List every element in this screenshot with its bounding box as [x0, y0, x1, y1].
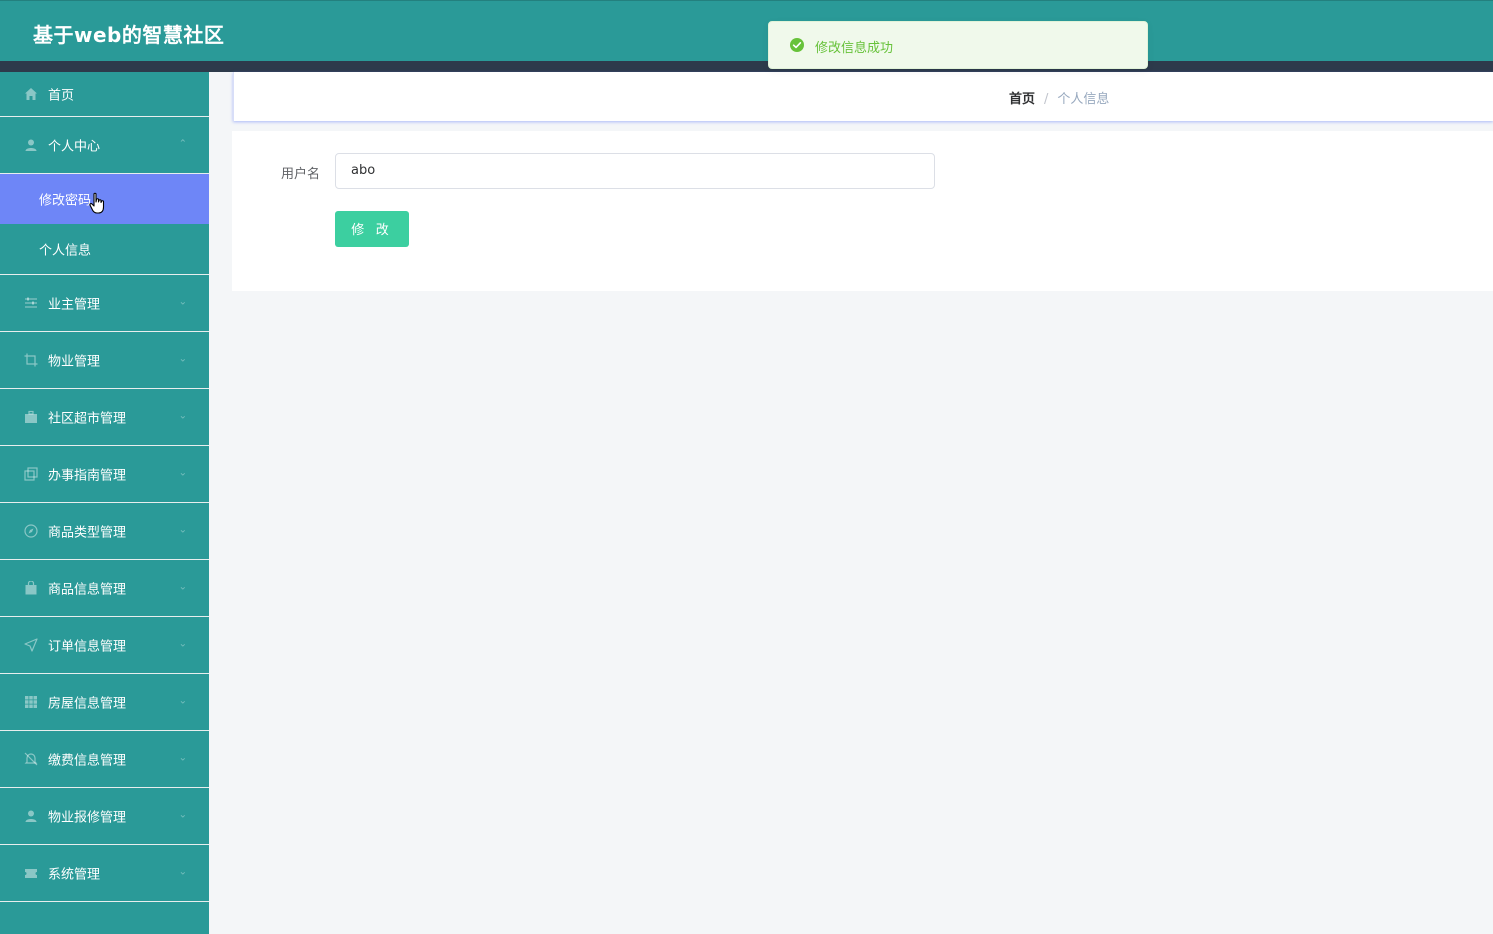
- chevron-down-icon: ⌄: [178, 752, 187, 764]
- chevron-down-icon: ⌄: [178, 353, 187, 365]
- chevron-down-icon: ⌄: [178, 809, 187, 821]
- profile-form-card: 用户名 abo 修 改: [232, 131, 1493, 291]
- sidebar-item-label: 商品类型管理: [48, 525, 127, 541]
- username-label: 用户名: [281, 167, 321, 182]
- breadcrumb-separator: /: [1044, 92, 1049, 107]
- breadcrumb: 首页 / 个人信息: [1009, 88, 1109, 107]
- success-toast: 修改信息成功: [768, 21, 1148, 69]
- sidebar-item-label: 订单信息管理: [48, 639, 127, 655]
- chevron-down-icon: ⌄: [178, 695, 187, 707]
- user-icon: [24, 138, 38, 152]
- app-title: 基于web的智慧社区: [33, 23, 225, 47]
- sidebar-item-home[interactable]: 首页: [0, 72, 209, 117]
- sidebar-item-personal-center[interactable]: 个人中心 ⌃: [0, 117, 209, 174]
- personal-center-submenu: 修改密码 个人信息: [0, 174, 209, 275]
- sidebar-item-order-info-management[interactable]: 订单信息管理 ⌄: [0, 617, 209, 674]
- chevron-down-icon: ⌄: [178, 296, 187, 308]
- sidebar-item-repair-management[interactable]: 物业报修管理 ⌄: [0, 788, 209, 845]
- hand-pointer-icon: [89, 192, 105, 214]
- chevron-down-icon: ⌄: [178, 524, 187, 536]
- sidebar-item-label: 房屋信息管理: [48, 696, 127, 712]
- sidebar-item-payment-info-management[interactable]: 缴费信息管理 ⌄: [0, 731, 209, 788]
- briefcase-icon: [24, 410, 38, 424]
- chevron-down-icon: ⌄: [178, 467, 187, 479]
- chevron-down-icon: ⌄: [178, 638, 187, 650]
- home-icon: [24, 87, 38, 101]
- username-input[interactable]: abo: [335, 153, 935, 189]
- chevron-down-icon: ⌄: [178, 866, 187, 878]
- breadcrumb-bar: 首页 / 个人信息: [233, 72, 1493, 121]
- sidebar-item-label: 个人中心: [48, 139, 101, 155]
- compass-icon: [24, 524, 38, 538]
- sidebar-item-label: 业主管理: [48, 297, 101, 313]
- chevron-down-icon: ⌄: [178, 581, 187, 593]
- success-check-icon: [790, 38, 804, 52]
- sliders-icon: [24, 296, 38, 310]
- submit-button[interactable]: 修 改: [335, 211, 409, 247]
- sidebar-item-product-type-management[interactable]: 商品类型管理 ⌄: [0, 503, 209, 560]
- toast-message: 修改信息成功: [815, 41, 894, 56]
- ticket-icon: [24, 866, 38, 880]
- breadcrumb-current: 个人信息: [1057, 92, 1110, 107]
- bell-off-icon: [24, 752, 38, 766]
- sidebar-item-label: 物业管理: [48, 354, 101, 370]
- sidebar-item-property-management[interactable]: 物业管理 ⌄: [0, 332, 209, 389]
- grid-icon: [24, 695, 38, 709]
- send-icon: [24, 638, 38, 652]
- copy-icon: [24, 467, 38, 481]
- sidebar-subitem-personal-info[interactable]: 个人信息: [0, 224, 209, 275]
- sidebar-item-supermarket-management[interactable]: 社区超市管理 ⌄: [0, 389, 209, 446]
- sidebar-item-system-management[interactable]: 系统管理 ⌄: [0, 845, 209, 902]
- sidebar-subitem-label: 修改密码: [39, 193, 92, 209]
- chevron-up-icon: ⌃: [178, 138, 187, 150]
- breadcrumb-home[interactable]: 首页: [1009, 92, 1035, 107]
- bag-icon: [24, 581, 38, 595]
- sidebar-item-label: 系统管理: [48, 867, 101, 883]
- sidebar-item-label: 社区超市管理: [48, 411, 127, 427]
- sidebar-item-owner-management[interactable]: 业主管理 ⌄: [0, 275, 209, 332]
- sidebar-item-guide-management[interactable]: 办事指南管理 ⌄: [0, 446, 209, 503]
- sidebar-item-label: 办事指南管理: [48, 468, 127, 484]
- sidebar-item-label: 物业报修管理: [48, 810, 127, 826]
- sidebar-item-house-info-management[interactable]: 房屋信息管理 ⌄: [0, 674, 209, 731]
- chevron-down-icon: ⌄: [178, 410, 187, 422]
- sidebar-item-label: 缴费信息管理: [48, 753, 127, 769]
- crop-icon: [24, 353, 38, 367]
- sidebar-subitem-label: 个人信息: [39, 243, 92, 259]
- sidebar-item-product-info-management[interactable]: 商品信息管理 ⌄: [0, 560, 209, 617]
- sidebar-item-label: 商品信息管理: [48, 582, 127, 598]
- top-header: 基于web的智慧社区: [0, 0, 1493, 61]
- user-icon: [24, 809, 38, 823]
- sidebar-item-label: 首页: [48, 88, 75, 104]
- header-divider-band: [0, 61, 1493, 72]
